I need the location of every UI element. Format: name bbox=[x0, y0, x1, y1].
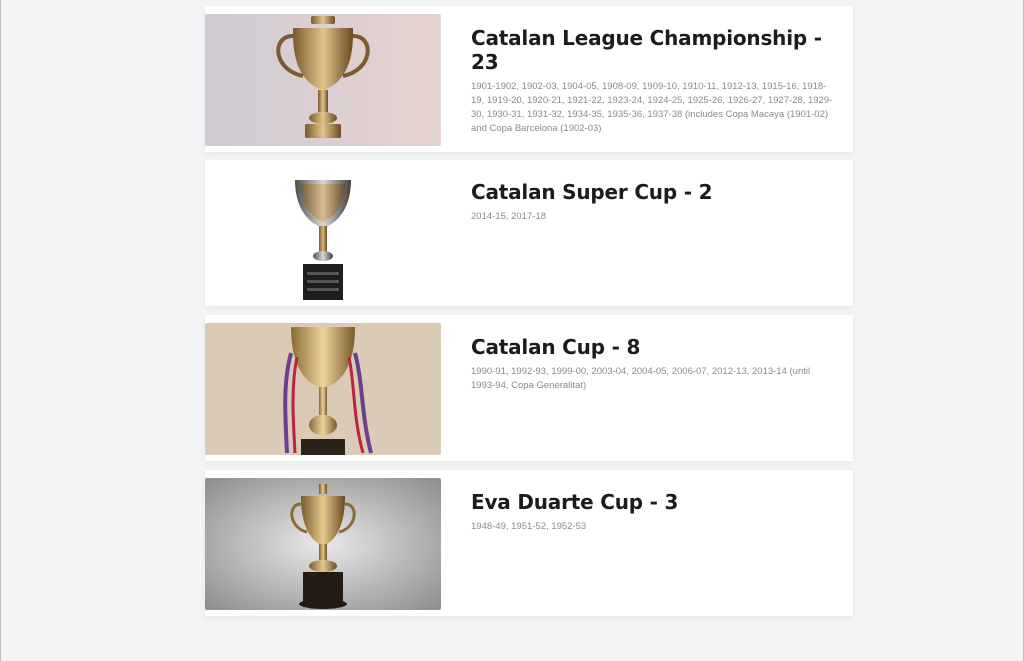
trophy-icon bbox=[205, 323, 441, 455]
trophy-image bbox=[205, 168, 441, 300]
trophy-card: Eva Duarte Cup - 3 1948-49, 1951-52, 195… bbox=[205, 470, 853, 616]
trophy-icon bbox=[205, 168, 441, 300]
trophy-title: Catalan Cup - 8 bbox=[471, 335, 641, 359]
trophy-years: 1901-1902, 1902-03, 1904-05, 1908-09, 19… bbox=[471, 81, 833, 134]
trophy-years: 1948-49, 1951-52, 1952-53 bbox=[471, 521, 587, 532]
trophy-years: 1990-91, 1992-93, 1999-00, 2003-04, 2004… bbox=[471, 366, 811, 391]
trophy-years: 2014-15, 2017-18 bbox=[471, 211, 547, 222]
trophy-title: Catalan Super Cup - 2 bbox=[471, 180, 713, 204]
trophy-icon bbox=[205, 14, 441, 146]
trophy-card: Catalan League Championship - 23 1901-19… bbox=[205, 6, 853, 152]
trophy-title: Catalan League Championship - 23 bbox=[471, 26, 822, 74]
page: Catalan League Championship - 23 1901-19… bbox=[0, 0, 1024, 661]
trophy-card: Catalan Super Cup - 2 2014-15, 2017-18 bbox=[205, 160, 853, 306]
trophy-image bbox=[205, 323, 441, 455]
trophy-title: Eva Duarte Cup - 3 bbox=[471, 490, 679, 514]
trophy-icon bbox=[205, 478, 441, 610]
trophy-image bbox=[205, 14, 441, 146]
trophy-card: Catalan Cup - 8 1990-91, 1992-93, 1999-0… bbox=[205, 315, 853, 461]
trophy-image bbox=[205, 478, 441, 610]
